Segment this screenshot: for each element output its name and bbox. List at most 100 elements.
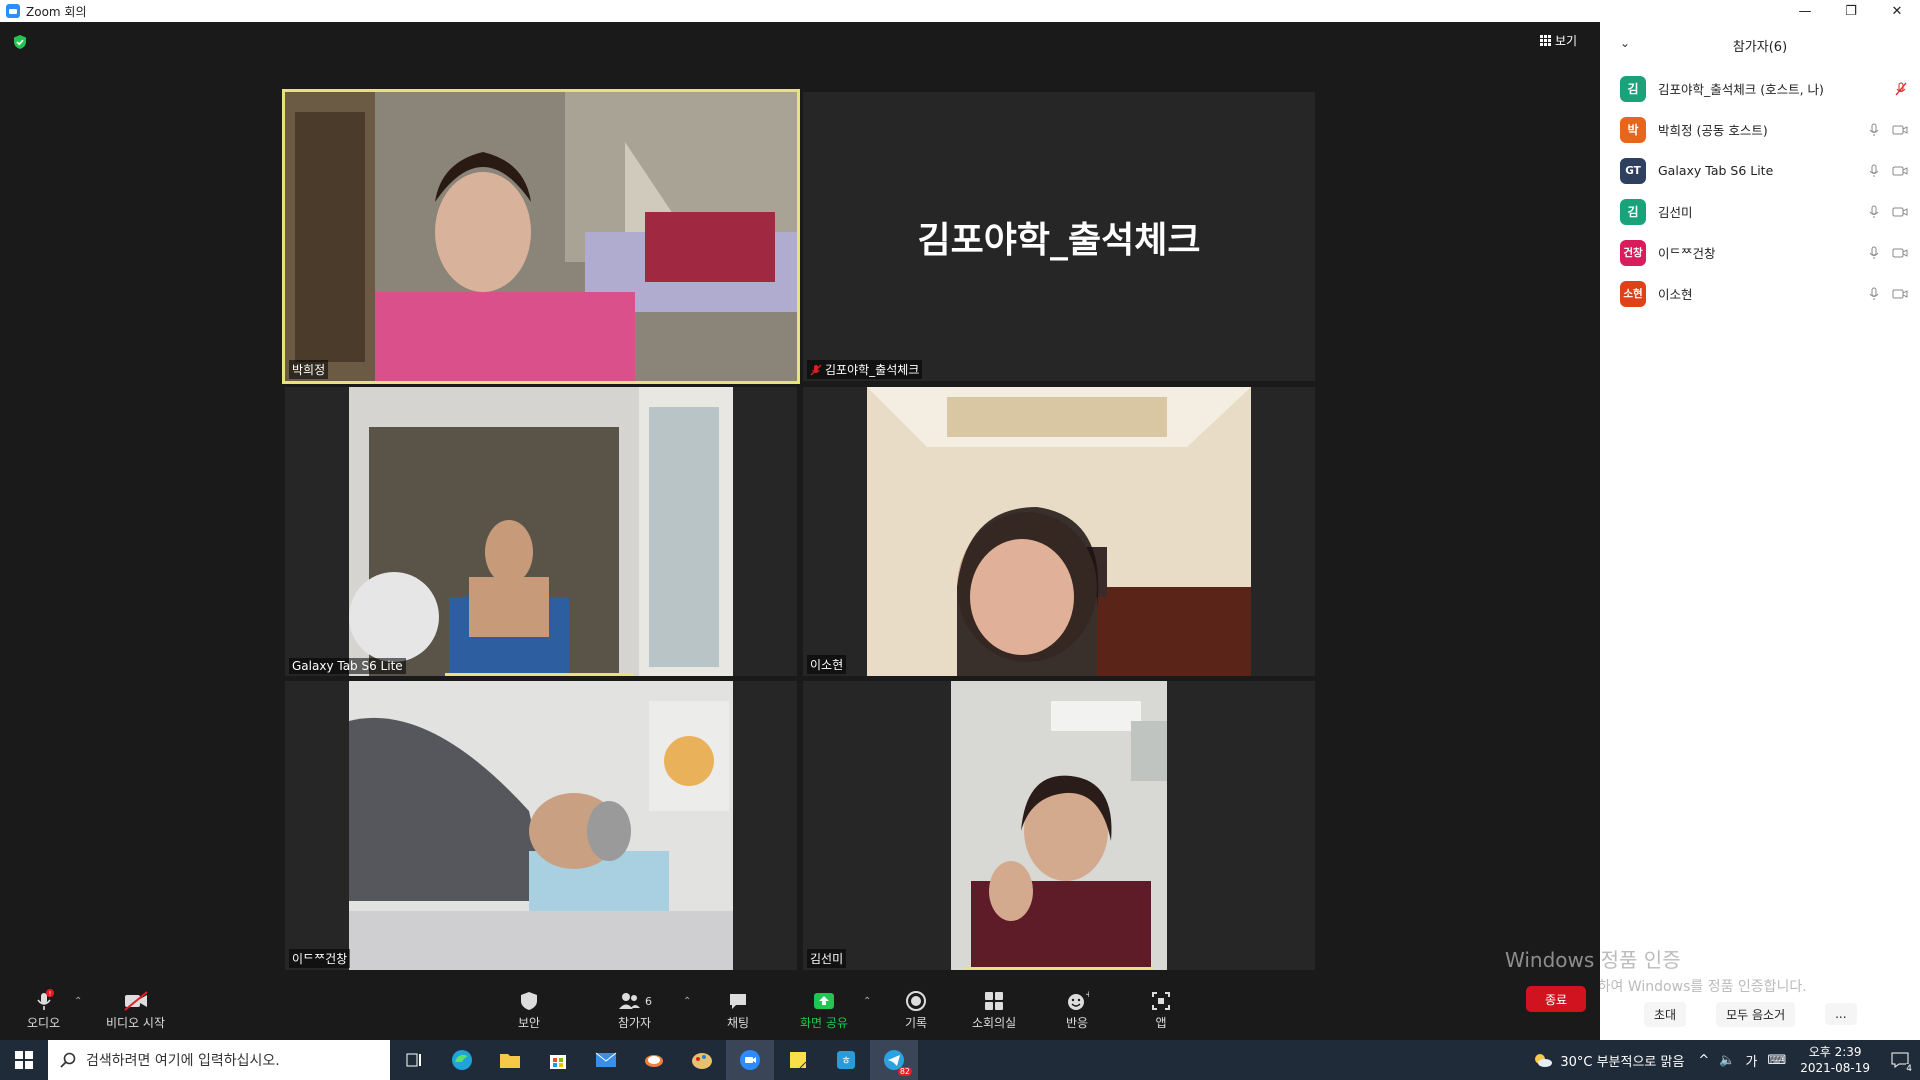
camera-icon[interactable] xyxy=(1892,288,1908,300)
start-button[interactable] xyxy=(0,1040,48,1080)
reactions-label: 반응 xyxy=(1065,1016,1089,1030)
notification-center-icon[interactable]: 4 xyxy=(1880,1040,1920,1080)
participant-row[interactable]: 박 박희정 (공동 호스트) xyxy=(1600,109,1920,150)
participants-panel: ⌄ 참가자(6) 김 김포야학_출석체크 (호스트, 나) 박 박희정 (공동 호스트… xyxy=(1600,22,1920,1040)
more-options-button[interactable]: ... xyxy=(1825,1003,1857,1025)
weather-sun-cloud-icon[interactable] xyxy=(1532,1051,1554,1069)
telegram-unread-badge: 82 xyxy=(897,1067,912,1076)
participant-row[interactable]: 건창 이ᄃᄍ건창 xyxy=(1600,232,1920,273)
breakout-rooms-button[interactable]: 소회의실 xyxy=(972,988,1016,1031)
weather-app-icon[interactable] xyxy=(630,1040,678,1080)
breakout-rooms-icon xyxy=(983,988,1005,1014)
end-meeting-button[interactable]: 종료 xyxy=(1526,986,1586,1012)
weather-text[interactable]: 30°C 부분적으로 맑음 xyxy=(1560,1051,1684,1070)
audio-button[interactable]: ! 오디오 xyxy=(27,988,60,1031)
participant-video xyxy=(349,387,733,676)
participant-row[interactable]: 김 김포야학_출석체크 (호스트, 나) xyxy=(1600,68,1920,109)
mute-all-button[interactable]: 모두 음소거 xyxy=(1716,1001,1796,1027)
zoom-taskbar-icon[interactable] xyxy=(726,1040,774,1080)
video-tile[interactable]: 김선미 xyxy=(803,681,1315,970)
window-title: Zoom 회의 xyxy=(26,4,87,19)
avatar: 박 xyxy=(1620,116,1646,143)
participant-name-label: 이소현 xyxy=(807,655,847,674)
collapse-chevron-icon[interactable]: ⌄ xyxy=(1620,36,1630,50)
edge-browser-icon[interactable] xyxy=(438,1040,486,1080)
taskbar-clock[interactable]: 오후 2:39 2021-08-19 xyxy=(1800,1044,1870,1076)
avatar: 김 xyxy=(1620,75,1646,102)
start-video-label: 비디오 시작 xyxy=(106,1016,166,1030)
mail-icon[interactable] xyxy=(582,1040,630,1080)
invite-button[interactable]: 초대 xyxy=(1644,1001,1687,1027)
microphone-icon[interactable] xyxy=(1868,287,1880,301)
meeting-name-card-title: 김포야학_출석체크 xyxy=(917,219,1201,261)
svg-text:+: + xyxy=(1085,990,1089,1000)
chat-label: 채팅 xyxy=(727,1016,750,1030)
security-shield-icon xyxy=(518,988,540,1014)
participant-name-label: 박희정 xyxy=(289,360,329,379)
participant-row[interactable]: 소현 이소현 xyxy=(1600,273,1920,314)
svg-text:ㅎ: ㅎ xyxy=(841,1054,851,1067)
search-icon xyxy=(60,1052,76,1068)
system-tray: 30°C 부분적으로 맑음 ^ 🔈 가 ⌨ 오후 2:39 2021-08-19… xyxy=(1532,1040,1920,1080)
record-label: 기록 xyxy=(905,1016,928,1030)
video-off-icon xyxy=(122,988,150,1014)
share-options-caret-icon[interactable]: ⌃ xyxy=(863,996,871,1007)
participant-name: 이ᄃᄍ건창 xyxy=(1658,246,1716,261)
telegram-icon[interactable]: 82 xyxy=(870,1040,918,1080)
participants-button[interactable]: 6 참가자 xyxy=(617,988,652,1031)
participant-name-label: 이ᄃᄍ건창 xyxy=(289,949,351,968)
microphone-icon[interactable] xyxy=(1868,246,1880,260)
video-tile[interactable]: Galaxy Tab S6 Lite xyxy=(285,387,797,676)
chat-button[interactable]: 채팅 xyxy=(727,988,749,1031)
microphone-icon[interactable] xyxy=(1868,164,1880,178)
participant-status-icons xyxy=(1868,205,1908,219)
reactions-button[interactable]: + 반응 xyxy=(1065,988,1089,1031)
apps-icon xyxy=(1150,988,1172,1014)
microphone-icon[interactable] xyxy=(1868,205,1880,219)
share-screen-button[interactable]: 화면 공유 xyxy=(800,988,848,1031)
microphone-icon[interactable] xyxy=(1868,123,1880,137)
camera-icon[interactable] xyxy=(1892,206,1908,218)
taskbar-search-box[interactable]: 검색하려면 여기에 입력하십시오. xyxy=(48,1040,390,1080)
participants-panel-title: 참가자(6) xyxy=(1732,39,1788,55)
tray-expand-chevron-icon[interactable]: ^ xyxy=(1698,1053,1709,1068)
volume-icon[interactable]: 🔈 xyxy=(1719,1053,1735,1068)
file-explorer-icon[interactable] xyxy=(486,1040,534,1080)
participants-options-caret-icon[interactable]: ⌃ xyxy=(683,996,691,1007)
participant-name-label: 김선미 xyxy=(807,949,847,968)
clock-date: 2021-08-19 xyxy=(1800,1061,1870,1075)
paint-app-icon[interactable] xyxy=(678,1040,726,1080)
keyboard-icon[interactable]: ⌨ xyxy=(1767,1053,1786,1068)
svg-text:!: ! xyxy=(48,991,50,998)
video-tile[interactable]: 이ᄃᄍ건창 xyxy=(285,681,797,970)
camera-icon[interactable] xyxy=(1892,124,1908,136)
microsoft-store-icon[interactable] xyxy=(534,1040,582,1080)
security-button[interactable]: 보안 xyxy=(518,988,540,1031)
participant-name: 김선미 xyxy=(1658,205,1693,220)
share-screen-icon xyxy=(812,988,836,1014)
start-video-button[interactable]: 비디오 시작 xyxy=(106,988,165,1031)
participant-status-icons xyxy=(1868,123,1908,137)
camera-icon[interactable] xyxy=(1892,247,1908,259)
audio-options-caret-icon[interactable]: ⌃ xyxy=(74,996,82,1007)
task-view-icon[interactable] xyxy=(390,1040,438,1080)
video-tile[interactable]: 이소현 xyxy=(803,387,1315,676)
participant-row[interactable]: GT Galaxy Tab S6 Lite xyxy=(1600,150,1920,191)
hangul-app-icon[interactable]: ㅎ xyxy=(822,1040,870,1080)
apps-button[interactable]: 앱 xyxy=(1150,988,1172,1031)
encryption-shield-icon[interactable] xyxy=(12,34,28,50)
video-tile-active-speaker[interactable]: 박희정 xyxy=(282,89,800,384)
grid-view-icon xyxy=(1540,35,1551,46)
video-tile-name-card[interactable]: 김포야학_출석체크 김포야학_출석체크 xyxy=(803,92,1315,381)
maximize-button[interactable]: ❐ xyxy=(1828,0,1874,22)
sticky-notes-icon[interactable] xyxy=(774,1040,822,1080)
minimize-button[interactable]: — xyxy=(1782,0,1828,22)
ime-mode-indicator[interactable]: 가 xyxy=(1746,1051,1758,1070)
close-button[interactable]: ✕ xyxy=(1874,0,1920,22)
participant-row[interactable]: 김 김선미 xyxy=(1600,191,1920,232)
muted-mic-icon[interactable] xyxy=(1894,82,1908,96)
record-button[interactable]: 기록 xyxy=(905,988,927,1031)
camera-icon[interactable] xyxy=(1892,165,1908,177)
windows-logo-icon xyxy=(15,1051,33,1069)
view-button[interactable]: 보기 xyxy=(1540,32,1577,49)
